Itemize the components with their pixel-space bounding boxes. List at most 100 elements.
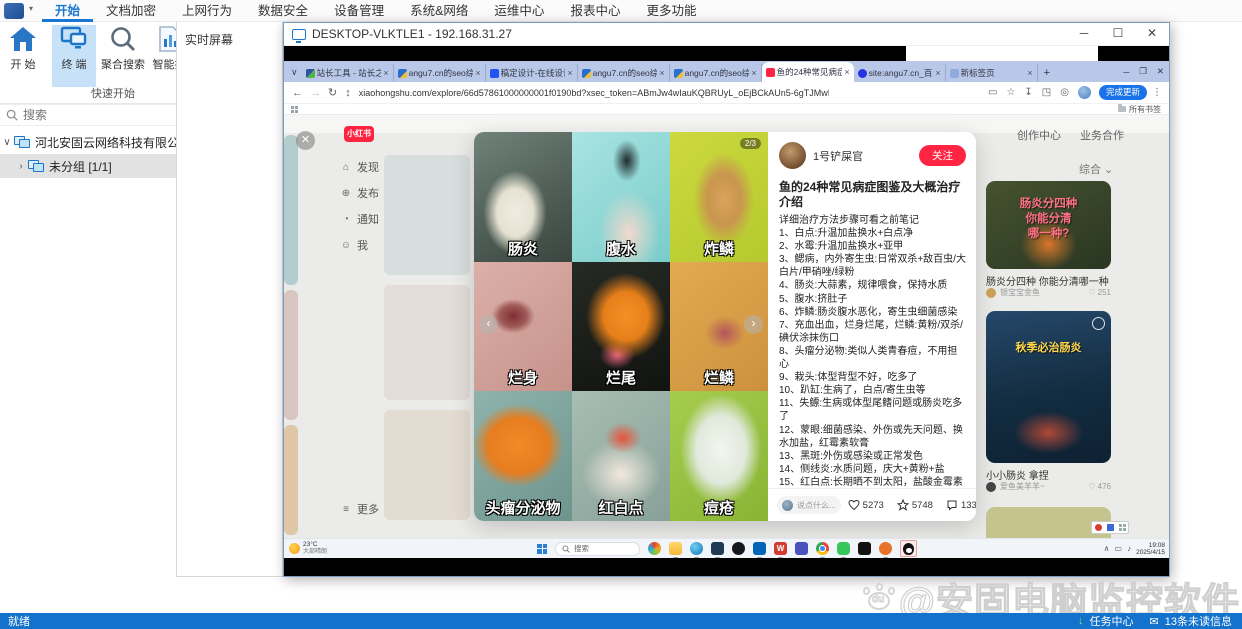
sidebar-search[interactable] <box>0 104 176 126</box>
tab-search-caret-icon[interactable]: ∨ <box>291 67 298 78</box>
task-center-link[interactable]: 任务中心 <box>1090 613 1134 629</box>
orange-app-icon[interactable] <box>879 542 892 555</box>
tray-chevron-icon[interactable]: ∧ <box>1104 544 1110 553</box>
taskbar-search[interactable]: 搜索 <box>555 542 640 556</box>
xiaohongshu-logo[interactable]: 小红书 <box>344 126 374 142</box>
wechat-icon[interactable] <box>837 542 850 555</box>
phone-link-icon[interactable] <box>711 542 724 555</box>
modal-close-icon[interactable]: ✕ <box>296 131 315 150</box>
author-avatar[interactable] <box>779 142 806 169</box>
wps-icon[interactable]: W <box>774 542 787 555</box>
close-button[interactable]: ✕ <box>1135 23 1169 45</box>
tab-close-icon[interactable]: × <box>659 68 664 78</box>
carousel-prev-icon[interactable]: ‹ <box>479 315 498 334</box>
tree-node-company[interactable]: ∨ 河北安固云网络科技有限公司 [1/1] <box>0 130 176 154</box>
browser-tab[interactable]: angu7.cn的seo综合查询× <box>578 64 670 82</box>
card-author-avatar[interactable] <box>986 482 996 492</box>
unread-messages-link[interactable]: 13条未读信息 <box>1165 613 1232 629</box>
card-likes[interactable]: ♡ 476 <box>1088 482 1111 491</box>
extensions-icon[interactable]: ◳ <box>1042 87 1051 98</box>
tab-close-icon[interactable]: × <box>844 67 849 77</box>
back-icon[interactable]: ← <box>292 87 303 99</box>
browser-menu-icon[interactable]: ⋮ <box>1152 87 1162 98</box>
reload-icon[interactable]: ↻ <box>328 86 337 99</box>
taskbar-clock[interactable]: 19:08 2025/4/15 <box>1136 542 1165 556</box>
download-icon[interactable]: ↧ <box>1024 87 1032 98</box>
card-likes[interactable]: ♡ 251 <box>1088 288 1111 297</box>
disease-photo[interactable]: 头瘤分泌物 <box>474 391 572 521</box>
realtime-screen-menu-item[interactable]: 实时屏幕 <box>177 22 282 48</box>
disease-photo[interactable]: 炸鳞 <box>670 132 768 262</box>
nav-discover[interactable]: ⌂发现 <box>340 159 400 175</box>
file-explorer-icon[interactable] <box>669 542 682 555</box>
nav-notifications[interactable]: ◔通知 <box>340 211 400 227</box>
qq-icon-active[interactable] <box>900 540 917 557</box>
disease-photo[interactable]: 烂尾 <box>572 262 670 392</box>
business-link[interactable]: 业务合作 <box>1080 127 1124 143</box>
site-info-icon[interactable]: ↕ <box>345 87 351 99</box>
browser-tab[interactable]: 站长工具 - 站长之家× <box>302 64 394 82</box>
menu-data-security[interactable]: 数据安全 <box>245 0 321 22</box>
browser-minimize-button[interactable]: ─ <box>1123 67 1129 77</box>
creator-center-link[interactable]: 创作中心 <box>1017 127 1061 143</box>
menu-ops-center[interactable]: 运维中心 <box>481 0 557 22</box>
browser-tab[interactable]: angu7.cn的seo综合查询× <box>670 64 762 82</box>
url-text[interactable]: xiaohongshu.com/explore/66d5786100000000… <box>359 88 829 98</box>
disease-photo[interactable]: 腹水 <box>572 132 670 262</box>
menu-doc-encrypt[interactable]: 文档加密 <box>93 0 169 22</box>
apps-grid-icon[interactable] <box>291 106 298 113</box>
remote-window-titlebar[interactable]: DESKTOP-VLKTLE1 - 192.168.31.27 ─ ☐ ✕ <box>284 23 1169 46</box>
notes-app-icon[interactable] <box>858 542 871 555</box>
chrome-update-button[interactable]: 完成更新 <box>1099 85 1147 100</box>
nav-me[interactable]: ☺我 <box>340 237 400 253</box>
taskbar-weather[interactable]: 23°C 大部晴朗 <box>289 542 327 555</box>
ribbon-terminal-button[interactable]: 终 端 <box>52 25 96 87</box>
profile-avatar[interactable] <box>1078 86 1091 99</box>
collapse-icon[interactable]: ∨ <box>0 137 14 148</box>
carousel-next-icon[interactable]: › <box>744 315 763 334</box>
chrome-icon[interactable] <box>816 542 829 555</box>
browser-close-button[interactable]: ✕ <box>1157 66 1164 77</box>
new-tab-button[interactable]: + <box>1044 67 1050 79</box>
disease-photo[interactable]: 痘疮 <box>670 391 768 521</box>
volume-icon[interactable]: ♪ <box>1127 544 1131 553</box>
feed-card-title[interactable]: 小小肠炎 拿捏 <box>986 467 1111 482</box>
menu-net-behavior[interactable]: 上网行为 <box>169 0 245 22</box>
forward-icon[interactable]: → <box>310 87 321 99</box>
ribbon-agg-search-button[interactable]: 聚合搜索 <box>99 25 147 87</box>
outlook-icon[interactable] <box>753 542 766 555</box>
maximize-button[interactable]: ☐ <box>1101 23 1135 45</box>
tab-close-icon[interactable]: × <box>475 68 480 78</box>
disease-photo[interactable]: 肠炎 <box>474 132 572 262</box>
card-author-avatar[interactable] <box>986 288 996 298</box>
tab-close-icon[interactable]: × <box>567 68 572 78</box>
ribbon-home-button[interactable]: 开 始 <box>1 25 45 87</box>
tab-close-icon[interactable]: × <box>383 68 388 78</box>
tree-node-ungrouped[interactable]: › 未分组 [1/1] <box>0 154 176 178</box>
device-icon[interactable]: ▭ <box>1115 544 1123 553</box>
collect-button[interactable]: 5748 <box>897 499 939 511</box>
feed-card-cover[interactable]: 秋季必治肠炎 <box>986 311 1111 463</box>
sogou-input-icon[interactable] <box>648 542 661 555</box>
browser-tab-active[interactable]: 鱼的24种常见病症图鉴]× <box>762 62 854 82</box>
menu-report-center[interactable]: 报表中心 <box>557 0 633 22</box>
browser-tab[interactable]: 新标签页× <box>946 64 1038 82</box>
menu-home[interactable]: 开始 <box>42 0 93 22</box>
incognito-icon[interactable]: ◎ <box>1060 87 1069 98</box>
comments-button[interactable]: 1335 <box>946 499 976 511</box>
expand-icon[interactable]: › <box>14 161 28 172</box>
dark-app-icon[interactable] <box>732 542 745 555</box>
menu-more[interactable]: 更多功能 <box>633 0 709 22</box>
like-button[interactable]: 5273 <box>848 499 890 511</box>
comment-input[interactable]: 说点什么... <box>777 496 841 514</box>
nav-publish[interactable]: ⊕发布 <box>340 185 400 201</box>
browser-restore-button[interactable]: ❐ <box>1139 66 1147 77</box>
app-logo-icon[interactable] <box>4 3 24 19</box>
ime-tray-widget[interactable] <box>1091 521 1129 534</box>
menu-sys-network[interactable]: 系统&网络 <box>397 0 481 22</box>
all-bookmarks[interactable]: 所有书签 <box>1118 104 1161 115</box>
cast-icon[interactable]: ▭ <box>988 87 997 98</box>
browser-tab[interactable]: angu7.cn的seo综合查询× <box>394 64 486 82</box>
browser-tab[interactable]: 稿定设计-在线设计平台× <box>486 64 578 82</box>
menu-device-mgmt[interactable]: 设备管理 <box>321 0 397 22</box>
